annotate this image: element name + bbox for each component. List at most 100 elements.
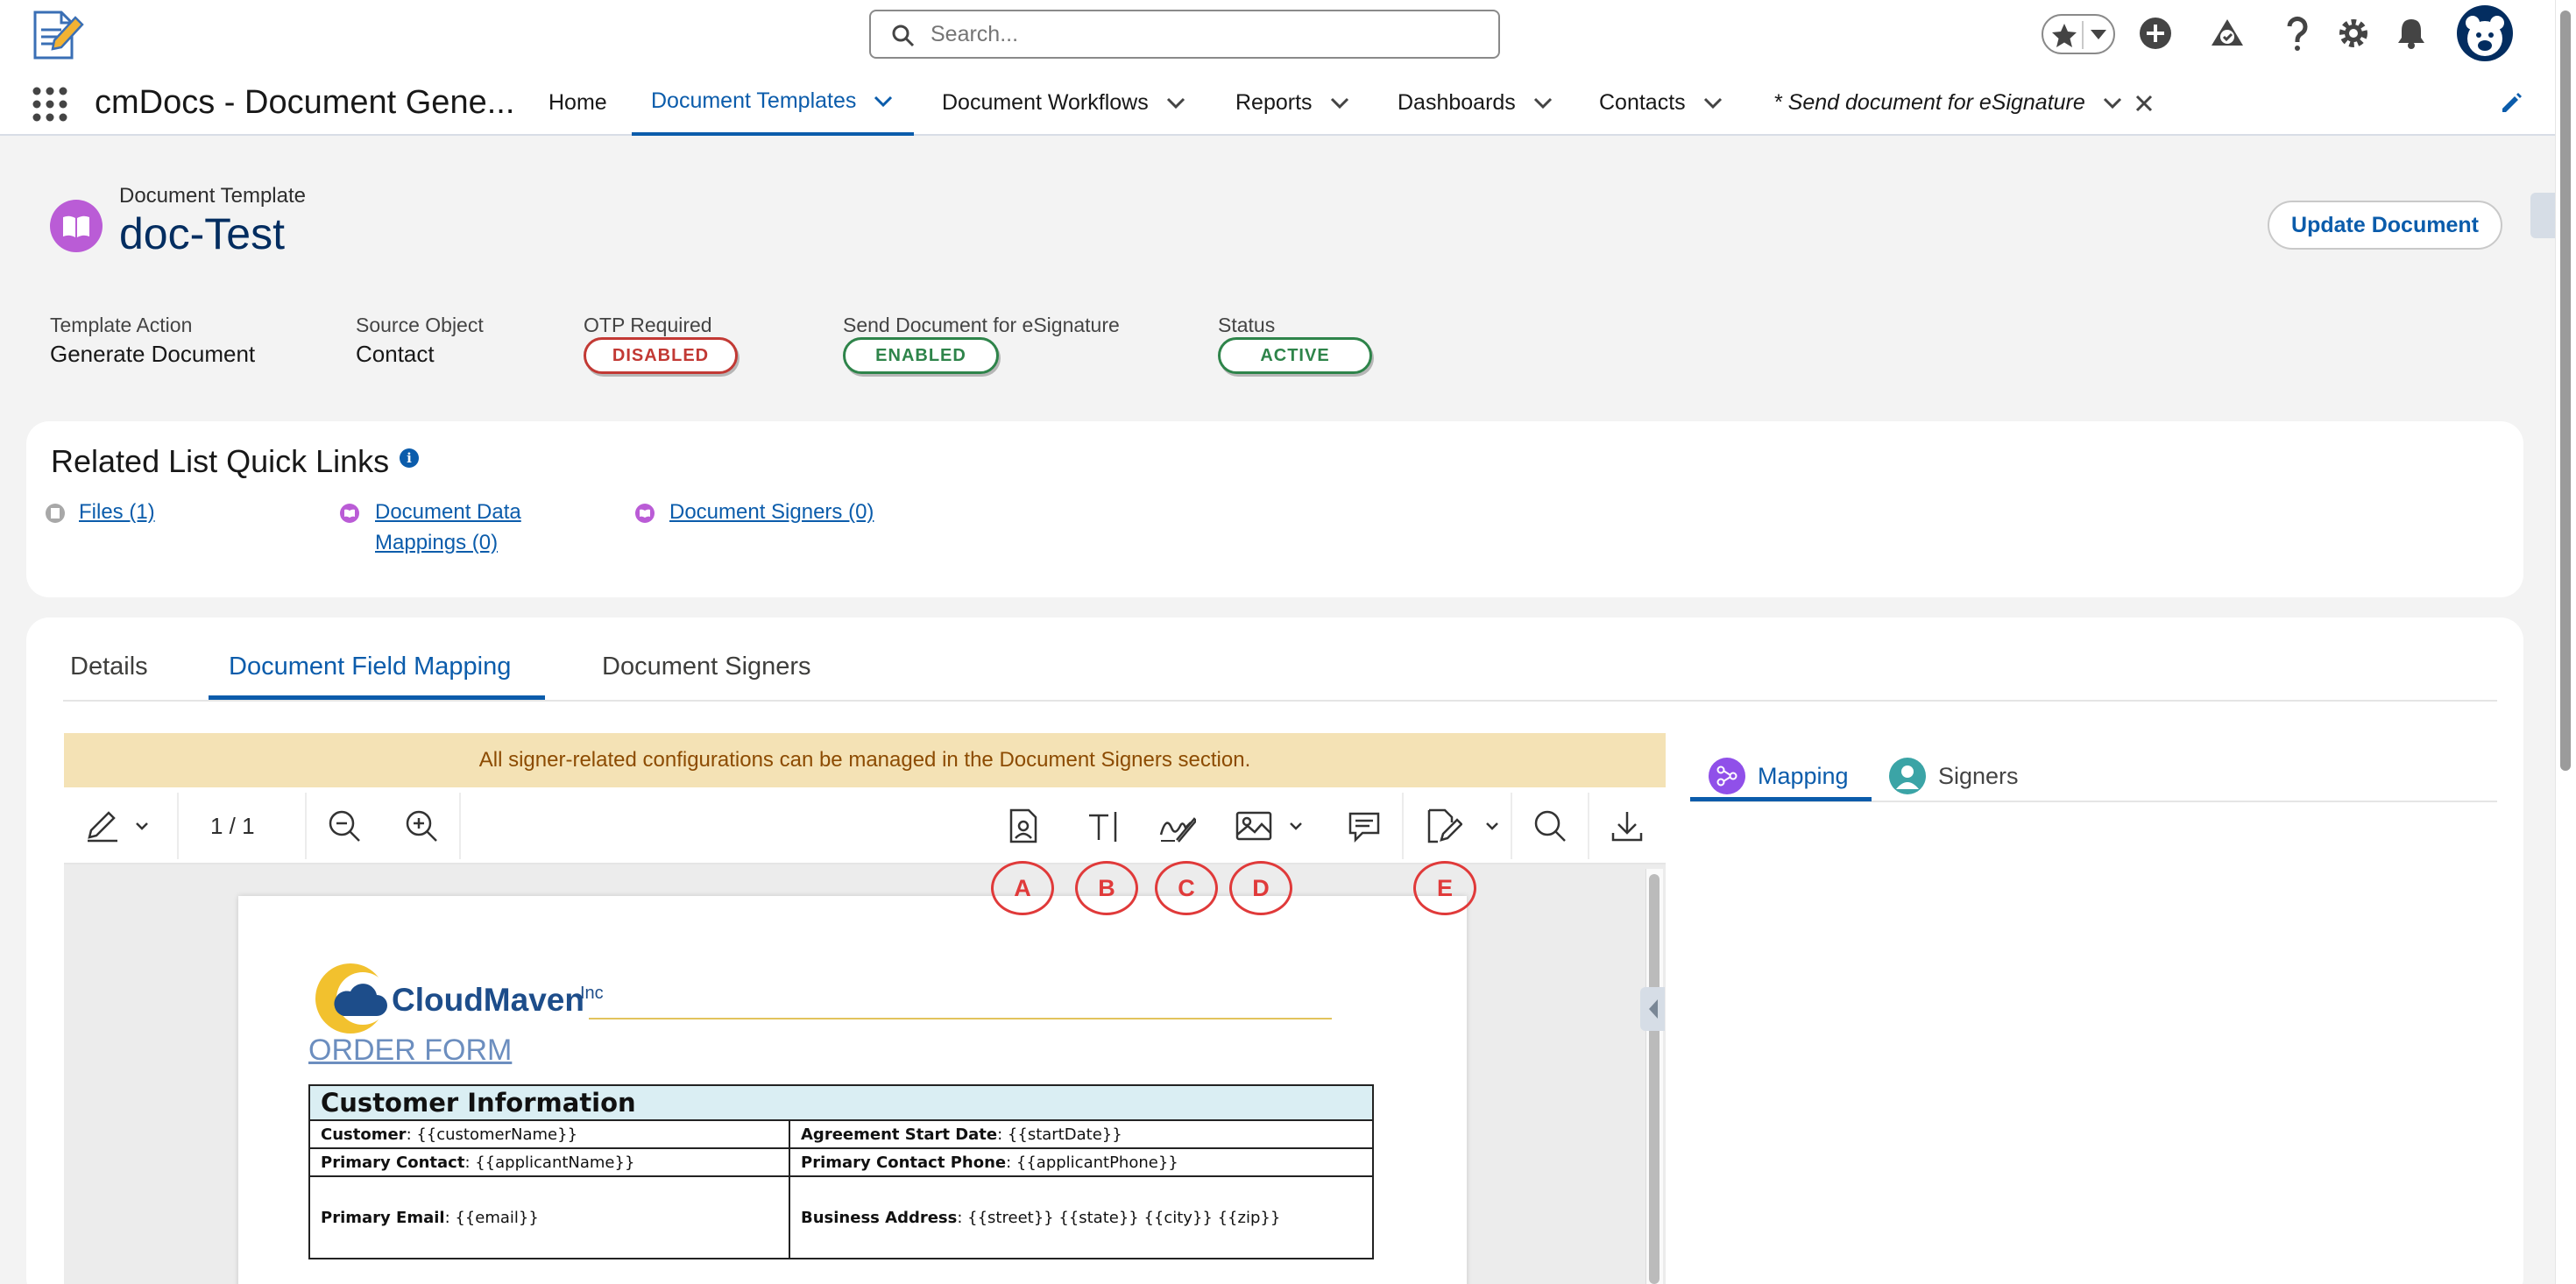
search-input[interactable] bbox=[931, 18, 1456, 50]
toolbar-separator bbox=[305, 793, 307, 859]
brand-divider bbox=[589, 1018, 1332, 1019]
cell-label: Primary Email bbox=[321, 1208, 445, 1227]
cell-label: Business Address bbox=[801, 1208, 958, 1227]
toolbar-separator bbox=[177, 793, 179, 859]
cell-label: Customer bbox=[321, 1125, 407, 1144]
zoom-in-icon[interactable] bbox=[401, 806, 442, 846]
pdf-side-handle[interactable] bbox=[1640, 987, 1665, 1031]
quick-link-document-data-mappings[interactable]: Document Data Mappings (0) bbox=[375, 497, 521, 558]
favorites-star-icon[interactable] bbox=[2050, 21, 2078, 49]
signer-config-banner: All signer-related configurations can be… bbox=[64, 733, 1666, 787]
pdf-scrollbar-thumb[interactable] bbox=[1649, 874, 1660, 1284]
trailhead-icon[interactable] bbox=[2208, 14, 2247, 53]
nav-item-dashboards[interactable]: Dashboards bbox=[1398, 70, 1554, 136]
field-label-source-object: Source Object bbox=[356, 314, 484, 336]
otp-status-badge: DISABLED bbox=[584, 337, 738, 374]
toolbar-separator bbox=[1588, 793, 1589, 859]
nav-item-document-templates[interactable]: Document Templates bbox=[632, 70, 915, 136]
annotate-pen-icon[interactable] bbox=[82, 806, 123, 846]
table-cell: Business Address: {{street}} {{state}} {… bbox=[789, 1175, 1374, 1259]
tab-document-signers[interactable]: Document Signers bbox=[602, 653, 811, 702]
active-panel-tab-indicator bbox=[1690, 797, 1872, 801]
nav-item-send-document-esignature[interactable]: * Send document for eSignature bbox=[1773, 70, 2155, 136]
tab-document-field-mapping[interactable]: Document Field Mapping bbox=[229, 653, 511, 702]
help-icon[interactable] bbox=[2278, 14, 2317, 53]
quick-link-document-signers[interactable]: Document Signers (0) bbox=[669, 497, 874, 527]
nav-item-document-workflows[interactable]: Document Workflows bbox=[942, 70, 1187, 136]
table-title: Customer Information bbox=[308, 1084, 1374, 1121]
document-brand-name: CloudMaven bbox=[392, 982, 584, 1018]
nav-item-reports[interactable]: Reports bbox=[1235, 70, 1351, 136]
field-label-status: Status bbox=[1218, 314, 1276, 336]
cell-label: Primary Contact bbox=[321, 1153, 465, 1172]
app-logo[interactable] bbox=[26, 5, 88, 63]
active-tab-indicator bbox=[209, 695, 545, 700]
chevron-down-icon[interactable] bbox=[1702, 92, 1724, 115]
nav-item-label: Home bbox=[548, 90, 607, 115]
tab-details[interactable]: Details bbox=[70, 653, 148, 702]
files-icon bbox=[46, 504, 65, 523]
nav-item-label: * Send document for eSignature bbox=[1773, 90, 2085, 115]
favorites-button-group[interactable] bbox=[2042, 14, 2115, 54]
global-actions-plus-icon[interactable] bbox=[2136, 14, 2175, 53]
field-value-source-object: Contact bbox=[356, 341, 435, 367]
document-brand-suffix: Inc bbox=[580, 984, 604, 1003]
close-tab-icon[interactable] bbox=[2133, 92, 2155, 115]
annotation-marker-a: A bbox=[991, 861, 1054, 915]
table-cell: Primary Contact: {{applicantName}} bbox=[308, 1147, 790, 1177]
chevron-down-icon[interactable] bbox=[1164, 92, 1187, 115]
edit-field-dropdown-icon[interactable] bbox=[1481, 806, 1504, 846]
annotate-dropdown-icon[interactable] bbox=[131, 806, 152, 846]
user-avatar[interactable] bbox=[2457, 5, 2513, 61]
field-label-send-esignature: Send Document for eSignature bbox=[843, 314, 1120, 336]
global-search[interactable] bbox=[869, 10, 1500, 59]
cell-label: Agreement Start Date bbox=[801, 1125, 998, 1144]
text-field-icon[interactable] bbox=[1083, 806, 1123, 846]
favorites-dropdown-icon[interactable] bbox=[2091, 30, 2106, 40]
nav-item-home[interactable]: Home bbox=[548, 70, 607, 136]
info-icon[interactable]: i bbox=[400, 448, 419, 468]
side-panel-toggle[interactable] bbox=[2530, 193, 2557, 238]
panel-tab-label: Signers bbox=[1938, 762, 2019, 789]
table-cell: Primary Email: {{email}} bbox=[308, 1175, 790, 1259]
mapping-icon bbox=[1709, 758, 1745, 794]
app-launcher-icon[interactable] bbox=[32, 86, 68, 123]
related-list-title: Related List Quick Links bbox=[51, 443, 390, 479]
cell-value: : {{applicantName}} bbox=[464, 1153, 635, 1172]
annotation-marker-c: C bbox=[1155, 861, 1218, 915]
edit-field-icon[interactable] bbox=[1423, 806, 1463, 846]
table-row: Customer: {{customerName}} Agreement Sta… bbox=[308, 1119, 1374, 1149]
search-icon[interactable] bbox=[1530, 806, 1570, 846]
setup-gear-icon[interactable] bbox=[2334, 14, 2373, 53]
contact-card-field-icon[interactable] bbox=[1003, 806, 1044, 846]
quick-link-line1: Document Data bbox=[375, 500, 521, 524]
signature-field-icon[interactable] bbox=[1157, 806, 1197, 846]
annotation-marker-d: D bbox=[1229, 861, 1292, 915]
image-field-icon[interactable] bbox=[1234, 806, 1274, 846]
chevron-down-icon[interactable] bbox=[872, 90, 895, 113]
quick-link-line2: Mappings (0) bbox=[375, 531, 499, 554]
field-value-template-action: Generate Document bbox=[50, 341, 256, 367]
panel-tab-signers[interactable]: Signers bbox=[1889, 751, 2019, 801]
notifications-bell-icon[interactable] bbox=[2392, 14, 2431, 53]
record-title: doc-Test bbox=[119, 209, 285, 258]
update-document-button[interactable]: Update Document bbox=[2268, 201, 2502, 250]
comment-icon[interactable] bbox=[1344, 806, 1384, 846]
chevron-down-icon[interactable] bbox=[1532, 92, 1554, 115]
document-data-mappings-icon bbox=[340, 504, 359, 523]
chevron-down-icon[interactable] bbox=[1328, 92, 1351, 115]
edit-nav-pencil-icon[interactable] bbox=[2499, 91, 2527, 119]
annotation-marker-b: B bbox=[1075, 861, 1138, 915]
table-cell: Agreement Start Date: {{startDate}} bbox=[789, 1119, 1374, 1149]
image-field-dropdown-icon[interactable] bbox=[1284, 806, 1307, 846]
window-scrollbar-thumb[interactable] bbox=[2560, 11, 2571, 771]
chevron-down-icon[interactable] bbox=[2101, 92, 2124, 115]
panel-tab-mapping[interactable]: Mapping bbox=[1709, 751, 1849, 801]
table-cell: Primary Contact Phone: {{applicantPhone}… bbox=[789, 1147, 1374, 1177]
quick-link-files[interactable]: Files (1) bbox=[79, 497, 155, 527]
download-icon[interactable] bbox=[1607, 806, 1647, 846]
cell-value: : {{email}} bbox=[444, 1208, 539, 1227]
nav-item-contacts[interactable]: Contacts bbox=[1599, 70, 1724, 136]
zoom-out-icon[interactable] bbox=[324, 806, 364, 846]
esignature-status-badge: ENABLED bbox=[843, 337, 999, 374]
